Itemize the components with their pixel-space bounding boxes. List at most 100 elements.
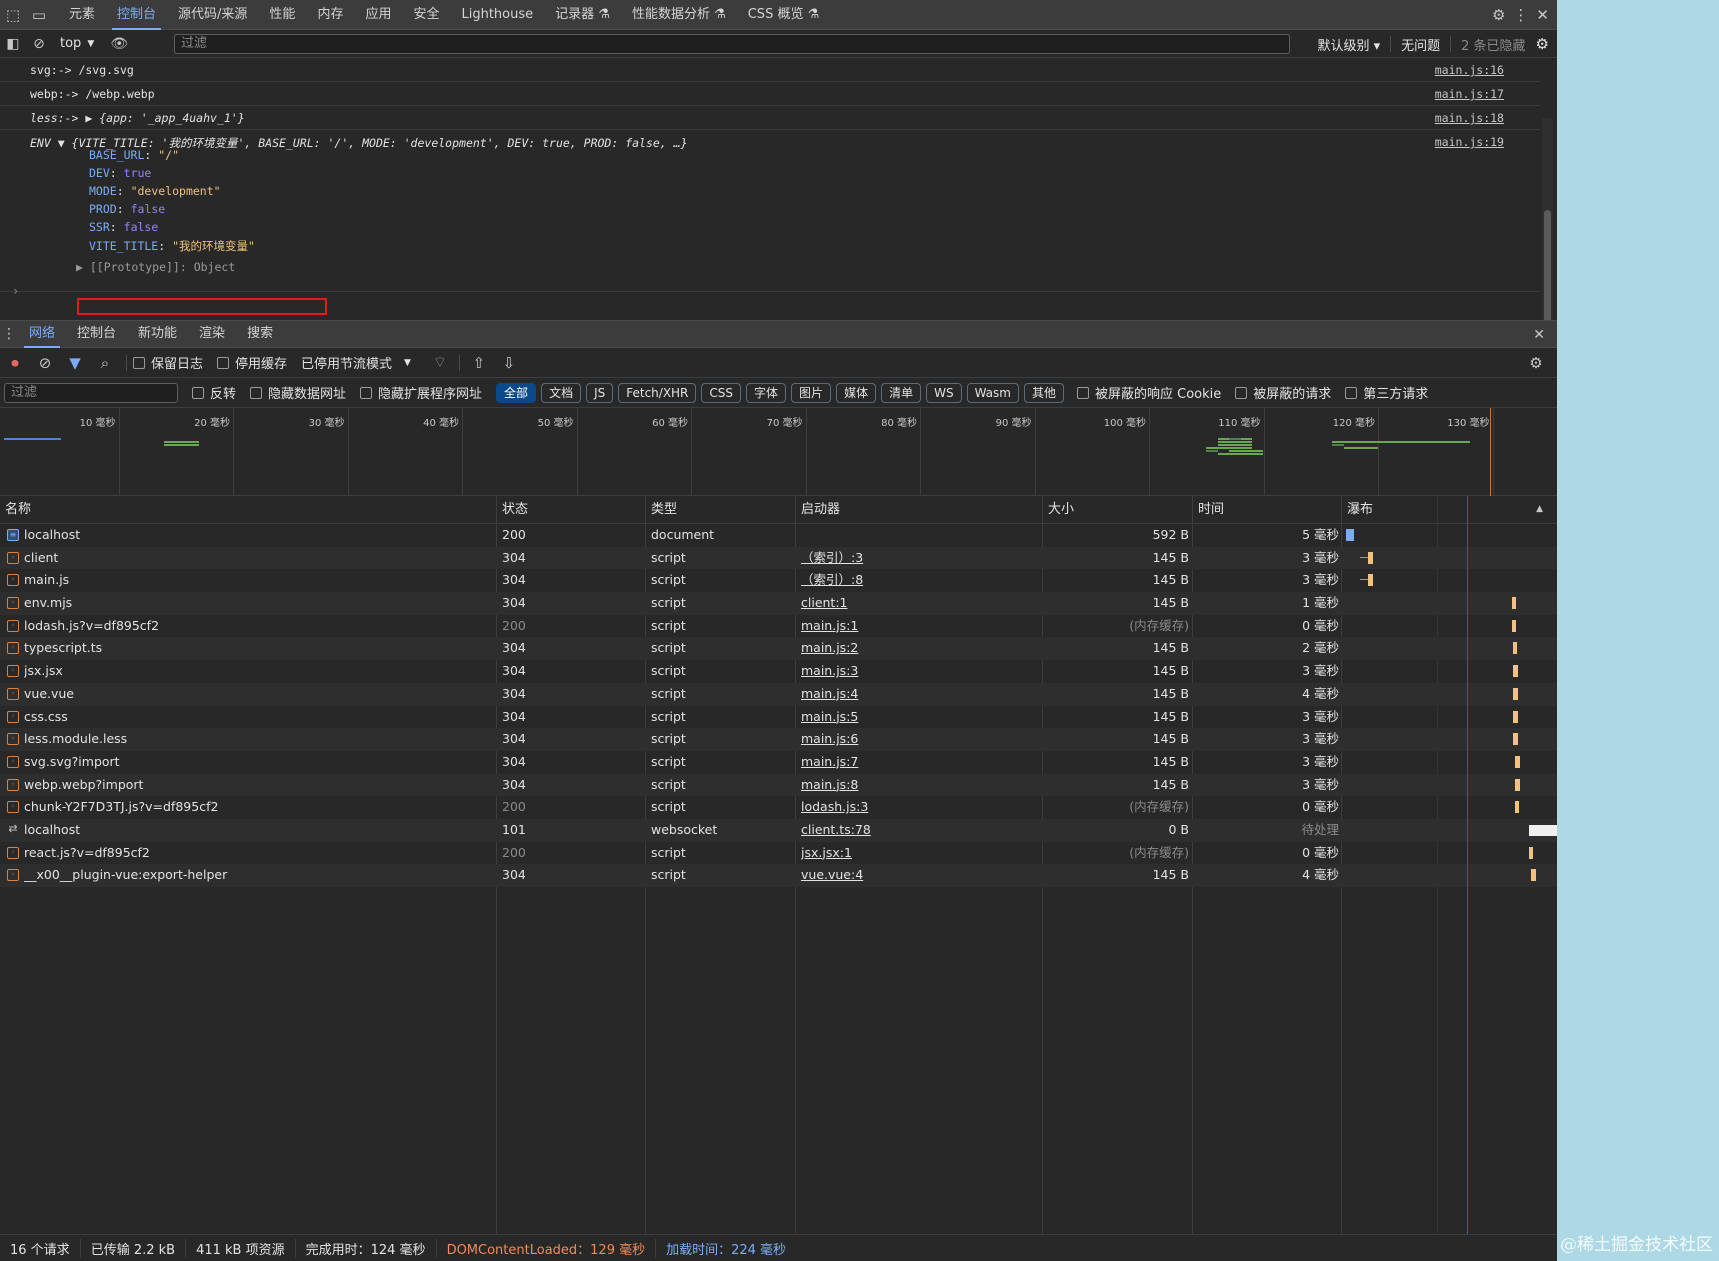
- request-name[interactable]: vue.vue: [24, 683, 494, 705]
- source-link[interactable]: main.js:17: [1435, 87, 1504, 101]
- table-row[interactable]: ◦ typescript.ts 304 script main.js:2 145 B 2 毫…: [0, 637, 1557, 661]
- issues-counter[interactable]: 无问题: [1401, 35, 1440, 54]
- request-name[interactable]: webp.webp?import: [24, 774, 494, 796]
- table-row[interactable]: ⇄ localhost 101 websocket client.ts:78 0 B 待处理: [0, 818, 1557, 842]
- inspect-element-icon[interactable]: ⬚: [0, 0, 26, 30]
- env-property-row[interactable]: PROD: false: [89, 202, 165, 216]
- record-icon[interactable]: ⏺: [0, 354, 30, 372]
- filter-funnel-icon[interactable]: ▼: [60, 354, 90, 372]
- filter-type-chip[interactable]: 其他: [1023, 382, 1064, 403]
- main-tab[interactable]: 元素: [58, 0, 106, 30]
- main-tab[interactable]: 性能数据分析 ⚗: [621, 0, 737, 30]
- request-initiator[interactable]: main.js:8: [801, 774, 1041, 796]
- main-tab[interactable]: 记录器 ⚗: [544, 0, 621, 30]
- filter-type-chip[interactable]: 图片: [791, 382, 832, 403]
- table-row[interactable]: ◦ __x00__plugin-vue:export-helper 304 scrip…: [0, 864, 1557, 887]
- request-name[interactable]: typescript.ts: [24, 637, 494, 659]
- filter-type-chip[interactable]: 文档: [541, 382, 582, 403]
- more-menu-icon[interactable]: ⋮: [1513, 6, 1528, 24]
- request-name[interactable]: react.js?v=df895cf2: [24, 842, 494, 864]
- request-initiator[interactable]: lodash.js:3: [801, 796, 1041, 818]
- drawer-menu-icon[interactable]: ⋮: [0, 326, 18, 342]
- column-header-waterfall[interactable]: 瀑布: [1342, 496, 1373, 524]
- request-name[interactable]: __x00__plugin-vue:export-helper: [24, 864, 494, 886]
- request-initiator[interactable]: main.js:6: [801, 728, 1041, 750]
- blocked-cookies-checkbox[interactable]: 被屏蔽的响应 Cookie: [1077, 383, 1221, 402]
- column-header-time[interactable]: 时间: [1193, 496, 1224, 524]
- source-link[interactable]: main.js:19: [1435, 135, 1504, 149]
- network-filter-input[interactable]: 过滤: [4, 382, 178, 403]
- source-link[interactable]: main.js:16: [1435, 63, 1504, 77]
- filter-type-chip[interactable]: Wasm: [966, 382, 1019, 403]
- search-icon[interactable]: ⌕: [90, 354, 120, 372]
- request-initiator[interactable]: main.js:7: [801, 751, 1041, 773]
- request-name[interactable]: svg.svg?import: [24, 751, 494, 773]
- third-party-checkbox[interactable]: 第三方请求: [1345, 383, 1428, 402]
- request-name[interactable]: chunk-Y2F7D3TJ.js?v=df895cf2: [24, 796, 494, 818]
- filter-type-chip[interactable]: 字体: [746, 382, 787, 403]
- live-expression-eye-icon[interactable]: 👁: [106, 36, 132, 52]
- log-level-dropdown[interactable]: 默认级别 ▾: [1317, 35, 1380, 54]
- main-tab[interactable]: 安全: [402, 0, 450, 30]
- main-tab[interactable]: 内存: [306, 0, 354, 30]
- request-name[interactable]: jsx.jsx: [24, 660, 494, 682]
- drawer-tab[interactable]: 新功能: [127, 320, 188, 348]
- table-row[interactable]: ◦ react.js?v=df895cf2 200 script jsx.jsx:1 (内…: [0, 842, 1557, 865]
- hide-extension-urls-checkbox[interactable]: 隐藏扩展程序网址: [360, 383, 482, 402]
- prototype-row[interactable]: ▶ [[Prototype]]: Object: [76, 260, 235, 274]
- main-tab[interactable]: 性能: [258, 0, 306, 30]
- request-initiator[interactable]: main.js:4: [801, 683, 1041, 705]
- network-overview-timeline[interactable]: 10 毫秒 20 毫秒 30 毫秒 40 毫秒 50 毫秒 60 毫秒 70 毫秒 80 毫秒…: [0, 408, 1557, 496]
- table-row[interactable]: ◦ main.js 304 script （索引）:8 145 B 3 毫秒: [0, 569, 1557, 592]
- main-tab[interactable]: CSS 概览 ⚗: [737, 0, 831, 30]
- column-header-status[interactable]: 状态: [497, 496, 528, 524]
- clear-icon[interactable]: ⊘: [30, 354, 60, 372]
- env-property-row[interactable]: DEV: true: [89, 166, 151, 180]
- console-settings-icon[interactable]: ⚙: [1536, 35, 1549, 53]
- request-initiator[interactable]: jsx.jsx:1: [801, 842, 1041, 864]
- request-name[interactable]: main.js: [24, 569, 494, 591]
- disable-cache-checkbox[interactable]: 停用缓存: [217, 353, 287, 372]
- request-initiator[interactable]: main.js:2: [801, 637, 1041, 659]
- filter-type-chip[interactable]: WS: [926, 382, 962, 403]
- close-icon[interactable]: ✕: [1536, 6, 1549, 24]
- message-text[interactable]: less:-> ▶ {app: '_app_4uahv_1'}: [30, 111, 245, 125]
- filter-type-chip[interactable]: JS: [586, 382, 614, 403]
- blocked-requests-checkbox[interactable]: 被屏蔽的请求: [1235, 383, 1331, 402]
- drawer-tab[interactable]: 渲染: [188, 320, 236, 348]
- drawer-tab[interactable]: 网络: [18, 320, 66, 348]
- device-toolbar-icon[interactable]: ▭: [26, 0, 52, 30]
- drawer-tab[interactable]: 搜索: [236, 320, 284, 348]
- env-property-row[interactable]: BASE_URL: "/": [89, 148, 179, 162]
- env-property-row[interactable]: MODE: "development": [89, 184, 221, 198]
- settings-icon[interactable]: ⚙: [1492, 6, 1505, 24]
- column-header-initiator[interactable]: 启动器: [796, 496, 840, 524]
- request-initiator[interactable]: （索引）:3: [801, 547, 1041, 569]
- table-row[interactable]: ◦ less.module.less 304 script main.js:6 145 B…: [0, 728, 1557, 751]
- table-row[interactable]: ◦ chunk-Y2F7D3TJ.js?v=df895cf2 200 script lo…: [0, 796, 1557, 819]
- context-selector[interactable]: top ▼: [60, 36, 94, 51]
- table-row[interactable]: ◦ env.mjs 304 script client:1 145 B 1 毫秒: [0, 592, 1557, 615]
- close-drawer-icon[interactable]: ✕: [1533, 321, 1545, 349]
- request-name[interactable]: localhost: [24, 524, 494, 546]
- preserve-log-checkbox[interactable]: 保留日志: [133, 353, 203, 372]
- hide-data-urls-checkbox[interactable]: 隐藏数据网址: [250, 383, 346, 402]
- request-initiator[interactable]: main.js:1: [801, 615, 1041, 637]
- table-row[interactable]: ◦ webp.webp?import 304 script main.js:8 145 B…: [0, 773, 1557, 797]
- table-row[interactable]: ◦ lodash.js?v=df895cf2 200 script main.js:1 (…: [0, 615, 1557, 638]
- request-initiator[interactable]: main.js:5: [801, 706, 1041, 728]
- table-row[interactable]: ≡ localhost 200 document 592 B 5 毫秒: [0, 524, 1557, 547]
- filter-type-chip[interactable]: Fetch/XHR: [618, 382, 697, 403]
- table-row[interactable]: ◦ client 304 script （索引）:3 145 B 3 毫秒: [0, 546, 1557, 570]
- main-tab[interactable]: Lighthouse: [450, 0, 544, 30]
- request-initiator[interactable]: vue.vue:4: [801, 864, 1041, 886]
- main-tab[interactable]: 应用: [354, 0, 402, 30]
- table-row[interactable]: ◦ jsx.jsx 304 script main.js:3 145 B 3 毫秒: [0, 660, 1557, 683]
- table-row[interactable]: ◦ css.css 304 script main.js:5 145 B 3 毫秒: [0, 706, 1557, 729]
- import-har-icon[interactable]: ⇧: [464, 354, 494, 372]
- filter-type-chip[interactable]: 媒体: [836, 382, 877, 403]
- request-name[interactable]: localhost: [24, 819, 494, 841]
- request-initiator[interactable]: main.js:3: [801, 660, 1041, 682]
- export-har-icon[interactable]: ⇩: [494, 354, 524, 372]
- request-initiator[interactable]: [801, 524, 1041, 546]
